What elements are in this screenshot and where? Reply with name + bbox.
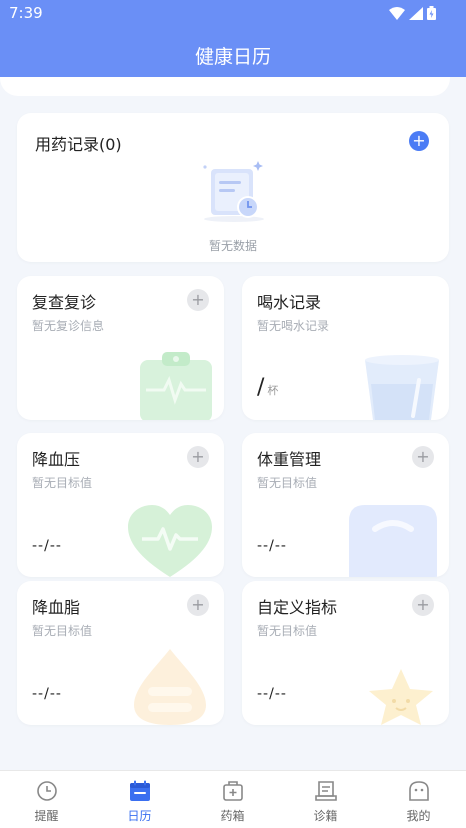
profile-icon — [409, 781, 429, 801]
water-subtitle: 暂无喝水记录 — [257, 319, 330, 333]
medication-record-card[interactable]: 用药记录(0) + 暂无数据 — [17, 113, 449, 262]
water-title: 喝水记录 — [257, 293, 322, 312]
signal-icon — [409, 6, 423, 20]
blood-pressure-title: 降血压 — [32, 450, 81, 469]
records-icon — [315, 781, 337, 801]
app-header: 7:39 健康日历 — [0, 0, 466, 77]
tab-records[interactable]: 诊籍 — [279, 771, 372, 828]
water-cup-icon — [365, 355, 439, 420]
weight-management-card[interactable]: 体重管理 暂无目标值 + --/-- — [242, 433, 449, 577]
tab-reminder[interactable]: 提醒 — [0, 771, 93, 828]
oil-drop-icon — [134, 649, 206, 725]
page-title: 健康日历 — [194, 46, 271, 68]
tab-calendar-label: 日历 — [127, 809, 152, 823]
clipboard-heartbeat-icon — [140, 352, 212, 420]
tab-profile[interactable]: 我的 — [372, 771, 465, 828]
battery-icon — [427, 6, 436, 20]
star-icon — [369, 669, 433, 725]
blood-lipid-title: 降血脂 — [32, 598, 81, 617]
clock-icon — [37, 781, 57, 801]
tab-reminder-label: 提醒 — [34, 809, 59, 823]
empty-data-text: 暂无数据 — [208, 239, 257, 253]
weight-value: --/-- — [257, 538, 287, 554]
tab-calendar[interactable]: 日历 — [93, 771, 186, 828]
tab-records-label: 诊籍 — [313, 809, 338, 823]
medicine-box-icon — [223, 781, 243, 801]
blood-pressure-value: --/-- — [32, 538, 62, 554]
followup-title: 复查复诊 — [32, 293, 97, 312]
add-medication-button[interactable]: + — [409, 131, 429, 151]
custom-subtitle: 暂无目标值 — [257, 624, 318, 638]
weight-subtitle: 暂无目标值 — [257, 476, 318, 490]
heart-pulse-icon — [128, 505, 212, 577]
water-count: / — [257, 375, 265, 400]
custom-indicator-card[interactable]: 自定义指标 暂无目标值 + --/-- — [242, 581, 449, 725]
collapsed-calendar-panel — [0, 77, 450, 96]
add-blood-lipid-button[interactable]: + — [187, 594, 209, 616]
weight-title: 体重管理 — [257, 450, 322, 469]
calendar-icon — [130, 780, 150, 801]
followup-subtitle: 暂无复诊信息 — [32, 319, 105, 333]
scale-icon — [349, 505, 437, 577]
tab-medicine-box[interactable]: 药箱 — [186, 771, 279, 828]
status-bar: 7:39 — [0, 0, 466, 26]
blood-lipid-subtitle: 暂无目标值 — [32, 624, 93, 638]
add-custom-button[interactable]: + — [412, 594, 434, 616]
status-time: 7:39 — [9, 4, 43, 22]
blood-pressure-subtitle: 暂无目标值 — [32, 476, 93, 490]
followup-card[interactable]: 复查复诊 暂无复诊信息 + — [17, 276, 224, 420]
wifi-icon — [389, 6, 405, 20]
add-followup-button[interactable]: + — [187, 289, 209, 311]
water-value: / 杯 — [257, 375, 278, 400]
add-weight-button[interactable]: + — [412, 446, 434, 468]
add-blood-pressure-button[interactable]: + — [187, 446, 209, 468]
custom-title: 自定义指标 — [257, 598, 338, 617]
medication-title: 用药记录(0) — [35, 135, 122, 154]
custom-value: --/-- — [257, 686, 287, 702]
bottom-tab-bar: 提醒 日历 药箱 诊籍 我的 — [0, 770, 466, 828]
tab-medicine-box-label: 药箱 — [220, 809, 245, 823]
blood-lipid-card[interactable]: 降血脂 暂无目标值 + --/-- — [17, 581, 224, 725]
water-record-card[interactable]: 喝水记录 暂无喝水记录 / 杯 — [242, 276, 449, 420]
blood-lipid-value: --/-- — [32, 686, 62, 702]
blood-pressure-card[interactable]: 降血压 暂无目标值 + --/-- — [17, 433, 224, 577]
empty-data-illustration — [203, 161, 264, 222]
status-icons — [389, 6, 436, 20]
tab-profile-label: 我的 — [406, 809, 431, 823]
water-unit: 杯 — [267, 384, 279, 397]
